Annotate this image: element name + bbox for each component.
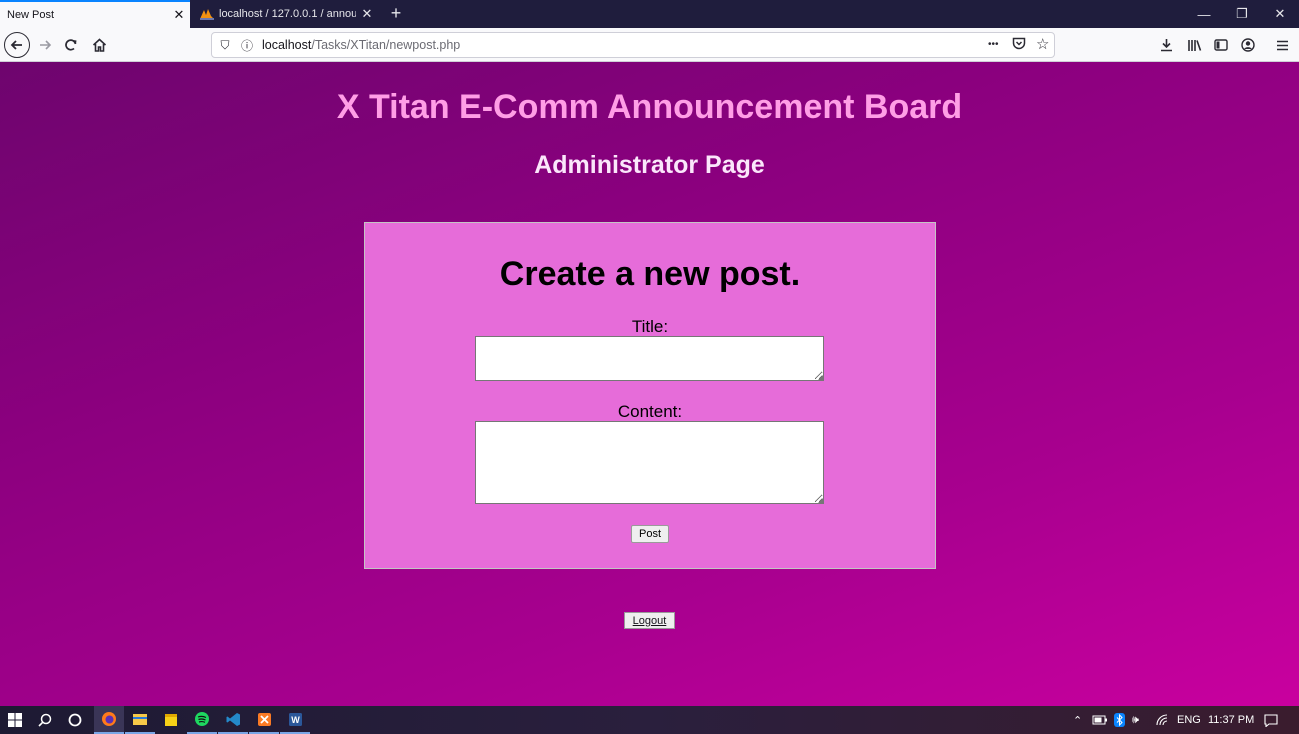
library-icon[interactable] [1181, 32, 1207, 58]
reload-icon[interactable] [58, 32, 84, 58]
notifications-icon[interactable] [1264, 706, 1278, 734]
url-host: localhost [262, 38, 312, 52]
cortana-icon[interactable] [62, 706, 88, 734]
home-icon[interactable] [86, 32, 112, 58]
volume-icon[interactable]: 🕪 [1132, 706, 1139, 734]
tab-phpmyadmin[interactable]: localhost / 127.0.0.1 / announc ✕ [190, 0, 378, 28]
tab-new-post[interactable]: New Post ✕ [0, 0, 190, 28]
page-body: X Titan E-Comm Announcement Board Admini… [0, 62, 1299, 706]
phpmyadmin-icon [199, 7, 215, 21]
tracking-shield-icon[interactable]: ⛉ [216, 38, 234, 53]
word-icon[interactable]: W [280, 706, 310, 734]
address-bar[interactable]: ⛉ ⓘ localhost/Tasks/XTitan/newpost.php •… [211, 32, 1055, 58]
file-explorer-icon[interactable] [125, 706, 155, 734]
vscode-icon[interactable] [218, 706, 248, 734]
close-window-icon[interactable]: ✕ [1261, 0, 1299, 28]
bookmark-star-icon[interactable]: ☆ [1036, 35, 1049, 53]
account-icon[interactable] [1235, 32, 1261, 58]
site-info-icon[interactable]: ⓘ [238, 37, 256, 54]
wifi-icon[interactable] [1155, 706, 1169, 734]
xampp-icon[interactable] [249, 706, 279, 734]
language-indicator[interactable]: ENG [1177, 706, 1201, 734]
new-post-form: Create a new post. Title: ◢ Content: ◢ P… [364, 222, 936, 569]
tab-title: New Post [7, 9, 55, 21]
content-input[interactable] [475, 421, 824, 504]
resize-grip-icon[interactable]: ◢ [817, 374, 824, 382]
url-path: /Tasks/XTitan/newpost.php [311, 38, 461, 52]
content-label: Content: [617, 402, 683, 421]
downloads-icon[interactable] [1153, 32, 1179, 58]
forward-arrow-icon[interactable] [32, 32, 58, 58]
svg-text:W: W [291, 715, 300, 725]
close-tab-icon[interactable]: ✕ [356, 6, 378, 22]
logout-button[interactable]: Logout [624, 612, 675, 629]
title-input[interactable] [475, 336, 824, 381]
sticky-notes-icon[interactable] [156, 706, 186, 734]
windows-taskbar: W ⌃ 🕪 ENG 11:37 PM [0, 706, 1299, 734]
back-arrow-icon[interactable] [4, 32, 30, 58]
bluetooth-icon[interactable] [1114, 706, 1125, 734]
resize-grip-icon[interactable]: ◢ [817, 497, 824, 505]
clock[interactable]: 11:37 PM [1208, 706, 1254, 734]
site-title: X Titan E-Comm Announcement Board [336, 88, 963, 126]
restore-icon[interactable]: ❐ [1223, 0, 1261, 28]
windows-start-icon[interactable] [2, 706, 28, 734]
post-button[interactable]: Post [631, 525, 669, 543]
search-icon[interactable] [32, 706, 58, 734]
browser-tab-strip: New Post ✕ localhost / 127.0.0.1 / annou… [0, 0, 1299, 28]
battery-icon[interactable] [1092, 706, 1108, 734]
tab-title: localhost / 127.0.0.1 / announc [219, 8, 356, 20]
page-subtitle: Administrator Page [534, 151, 765, 179]
sidebar-icon[interactable] [1208, 32, 1234, 58]
show-hidden-icons-icon[interactable]: ⌃ [1073, 706, 1082, 734]
spotify-icon[interactable] [187, 706, 217, 734]
pocket-icon[interactable] [1012, 37, 1026, 53]
form-heading: Create a new post. [499, 255, 801, 293]
title-label: Title: [631, 317, 669, 336]
minimize-icon[interactable]: — [1185, 0, 1223, 28]
firefox-icon[interactable] [94, 706, 124, 734]
menu-hamburger-icon[interactable] [1269, 32, 1295, 58]
page-actions-icon[interactable]: ••• [988, 39, 999, 50]
browser-nav-bar: ⛉ ⓘ localhost/Tasks/XTitan/newpost.php •… [0, 28, 1299, 62]
close-tab-icon[interactable]: ✕ [168, 7, 190, 23]
new-tab-icon[interactable]: + [386, 3, 406, 25]
